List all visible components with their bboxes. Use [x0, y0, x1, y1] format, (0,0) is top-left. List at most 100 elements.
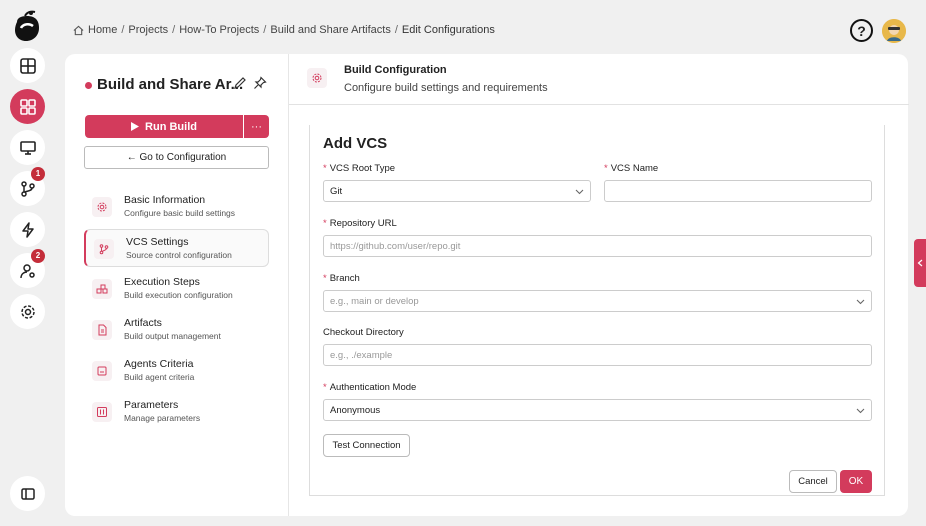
nav-item-subtitle: Source control configuration: [126, 250, 232, 260]
gear-icon: [92, 197, 112, 217]
nav-item-vcs-settings[interactable]: VCS Settings Source control configuratio…: [84, 229, 269, 267]
help-button[interactable]: ?: [850, 19, 873, 42]
breadcrumb-home[interactable]: Home: [88, 24, 117, 36]
monitor-icon: [19, 140, 36, 155]
form-title: Add VCS: [323, 135, 388, 152]
repository-url-input[interactable]: https://github.com/user/repo.git: [323, 235, 872, 257]
checkout-directory-label: Checkout Directory: [323, 327, 404, 338]
chevron-down-icon: [575, 189, 584, 195]
vcs-name-input[interactable]: [604, 180, 872, 202]
play-icon: [131, 122, 140, 131]
ok-button[interactable]: OK: [840, 470, 872, 493]
add-vcs-form: Add VCS * VCS Root Type Git * VCS Name * Re…: [309, 125, 885, 496]
panel-title: Build Configuration: [344, 64, 447, 76]
nav-item-subtitle: Manage parameters: [124, 413, 201, 423]
file-icon: [92, 320, 112, 340]
required-mark: *: [323, 382, 327, 393]
avatar[interactable]: [882, 19, 906, 43]
nav-item-artifacts[interactable]: Artifacts Build output management: [84, 311, 269, 351]
side-panel-toggle[interactable]: [914, 239, 926, 287]
rail-git-button[interactable]: 1: [10, 167, 45, 206]
run-more-button[interactable]: ···: [244, 115, 269, 138]
project-title: Build and Share Ar...: [97, 76, 244, 93]
steps-icon: [92, 279, 112, 299]
rail-collapse-button[interactable]: [10, 476, 45, 511]
sliders-icon: [92, 402, 112, 422]
panel-subtitle: Configure build settings and requirement…: [344, 82, 548, 94]
repository-url-placeholder: https://github.com/user/repo.git: [330, 240, 461, 252]
git-branch-icon: [94, 239, 114, 259]
rail-dashboard-button[interactable]: [10, 48, 45, 83]
breadcrumb-separator: /: [172, 24, 176, 36]
vcs-root-type-value: Git: [330, 185, 343, 197]
agent-icon: [92, 361, 112, 381]
authentication-mode-value: Anonymous: [330, 404, 381, 416]
rail-monitor-button[interactable]: [10, 130, 45, 165]
nav-item-title: Artifacts: [124, 317, 162, 329]
edit-icon[interactable]: [233, 76, 247, 90]
config-nav: Basic Information Configure basic build …: [84, 188, 269, 434]
git-branch-icon: [20, 180, 35, 197]
test-connection-button[interactable]: Test Connection: [323, 434, 410, 457]
breadcrumb-howto-projects[interactable]: How-To Projects: [179, 24, 259, 36]
breadcrumb-separator: /: [121, 24, 125, 36]
nav-item-title: VCS Settings: [126, 236, 189, 248]
breadcrumb-current: Edit Configurations: [401, 24, 495, 36]
rail-settings-button[interactable]: [10, 294, 45, 329]
branch-label: * Branch: [323, 273, 360, 284]
breadcrumb-project[interactable]: Build and Share Artifacts: [270, 24, 390, 36]
user-settings-icon: [19, 263, 35, 278]
chevron-left-icon: [917, 259, 923, 267]
nav-item-subtitle: Build output management: [124, 331, 221, 341]
nav-item-parameters[interactable]: Parameters Manage parameters: [84, 393, 269, 433]
go-to-configuration-button[interactable]: ← Go to Configuration: [84, 146, 269, 169]
nav-item-subtitle: Build execution configuration: [124, 290, 233, 300]
layout-icon: [19, 57, 36, 74]
header-divider: [289, 104, 909, 105]
lightning-icon: [21, 221, 34, 238]
nav-item-basic-information[interactable]: Basic Information Configure basic build …: [84, 188, 269, 228]
chevron-down-icon: [856, 408, 865, 414]
nav-item-subtitle: Build agent criteria: [124, 372, 195, 382]
checkout-directory-input[interactable]: e.g., ./example: [323, 344, 872, 366]
required-mark: *: [323, 273, 327, 284]
cancel-button[interactable]: Cancel: [789, 470, 837, 493]
rail-projects-button[interactable]: [10, 89, 45, 124]
vcs-root-type-label: * VCS Root Type: [323, 163, 396, 174]
vcs-name-label: * VCS Name: [604, 163, 659, 174]
breadcrumb-separator: /: [394, 24, 398, 36]
pin-icon[interactable]: [253, 76, 267, 90]
authentication-mode-select[interactable]: Anonymous: [323, 399, 872, 421]
breadcrumb-separator: /: [263, 24, 267, 36]
nav-item-subtitle: Configure basic build settings: [124, 208, 236, 218]
breadcrumb-projects[interactable]: Projects: [128, 24, 168, 36]
build-configuration-panel: Build Configuration Configure build sett…: [288, 54, 909, 516]
gear-icon: [307, 68, 327, 88]
nav-item-title: Basic Information: [124, 194, 206, 206]
help-icon: ?: [857, 22, 866, 39]
config-sidebar: Build and Share Ar... Run Build ··· ← Go…: [65, 54, 288, 516]
run-build-label: Run Build: [145, 120, 197, 133]
required-mark: *: [604, 163, 608, 174]
user-avatar-icon: [882, 19, 906, 43]
app-logo-icon[interactable]: [11, 8, 43, 44]
rail-agents-button[interactable]: 2: [10, 249, 45, 288]
git-badge: 1: [31, 167, 45, 181]
breadcrumb: Home / Projects / How-To Projects / Buil…: [73, 24, 495, 36]
sidebar-toggle-icon: [20, 487, 35, 500]
nav-item-agents-criteria[interactable]: Agents Criteria Build agent criteria: [84, 352, 269, 392]
go-to-configuration-label: ← Go to Configuration: [126, 152, 227, 163]
vcs-root-type-select[interactable]: Git: [323, 180, 591, 202]
authentication-mode-label: * Authentication Mode: [323, 382, 417, 393]
project-status-dot: [85, 82, 92, 89]
nav-item-title: Parameters: [124, 399, 179, 411]
grid-icon: [19, 98, 36, 115]
rail-builds-button[interactable]: [10, 212, 45, 247]
agents-badge: 2: [31, 249, 45, 263]
gear-icon: [20, 304, 35, 319]
run-build-button[interactable]: Run Build: [85, 115, 243, 138]
nav-item-execution-steps[interactable]: Execution Steps Build execution configur…: [84, 270, 269, 310]
required-mark: *: [323, 163, 327, 174]
home-icon[interactable]: [73, 25, 84, 36]
branch-select[interactable]: e.g., main or develop: [323, 290, 872, 312]
